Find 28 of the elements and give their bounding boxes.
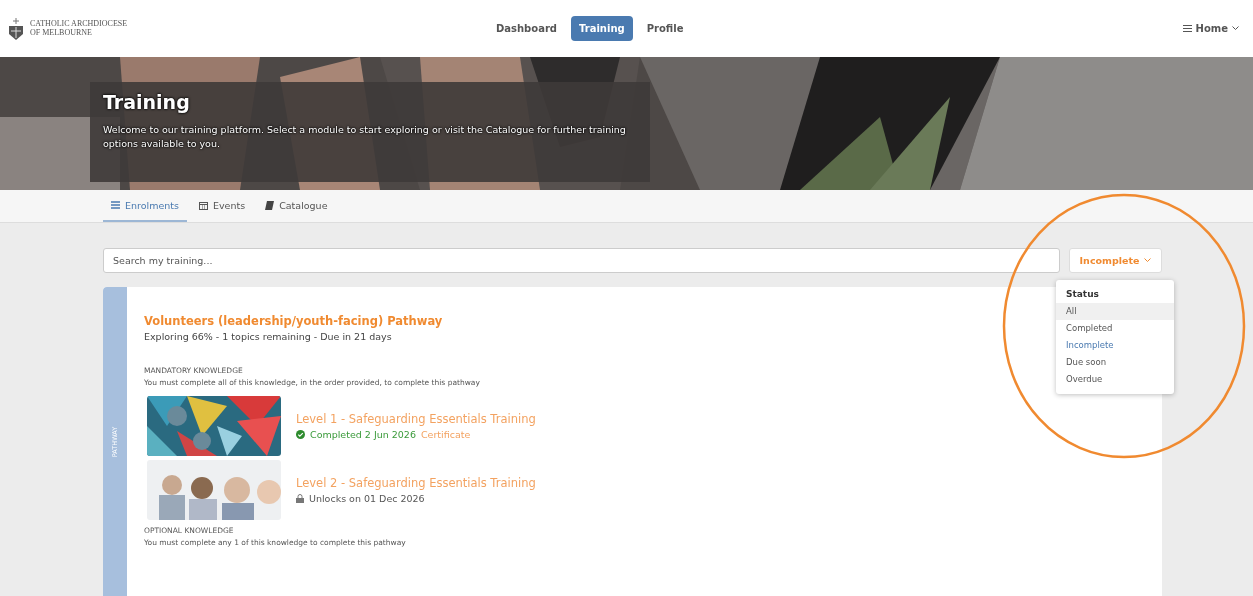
menu-option[interactable]: Completed (1056, 320, 1174, 337)
search-field[interactable]: Search my training... (103, 248, 1060, 273)
chevron-icon (1144, 258, 1152, 263)
nav-tab[interactable]: Profile (638, 16, 692, 41)
book-icon (265, 200, 275, 210)
menu-option[interactable]: Incomplete (1056, 337, 1174, 354)
pathway-summary: Exploring 66% - 1 topics remaining - Due in 21 days (144, 331, 393, 342)
logo-text: CATHOLIC ARCHDIOCESE OF MELBOURNE (30, 19, 128, 38)
menu-option[interactable]: All (1056, 303, 1174, 320)
completion-status: Completed 2 Jun 2026 (310, 429, 416, 440)
tab[interactable]: Events (190, 190, 254, 222)
banner-text: Welcome to our training platform. Select a module to start exploring or visit the Catalogue for further training options available to you. (103, 123, 627, 152)
chevron-icon (1232, 26, 1239, 31)
lock-icon (296, 494, 304, 503)
list-icon (111, 201, 120, 209)
menu-icon (1182, 25, 1192, 32)
nav-tab[interactable]: Training (571, 16, 633, 41)
unlock-date: Unlocks on 01 Dec 2026 (309, 493, 425, 504)
menu-option[interactable]: Overdue (1056, 371, 1174, 388)
menu-option[interactable]: Due soon (1056, 354, 1174, 371)
page-title: Training (103, 91, 191, 113)
tab[interactable]: Catalogue (257, 190, 336, 222)
home-menu[interactable]: Home (1176, 22, 1245, 35)
crest-icon (8, 17, 24, 40)
menu-heading: Status (1065, 288, 1100, 301)
check-icon (296, 430, 305, 439)
nav-tab[interactable]: Dashboard (488, 16, 565, 41)
calendar-icon (198, 200, 208, 210)
